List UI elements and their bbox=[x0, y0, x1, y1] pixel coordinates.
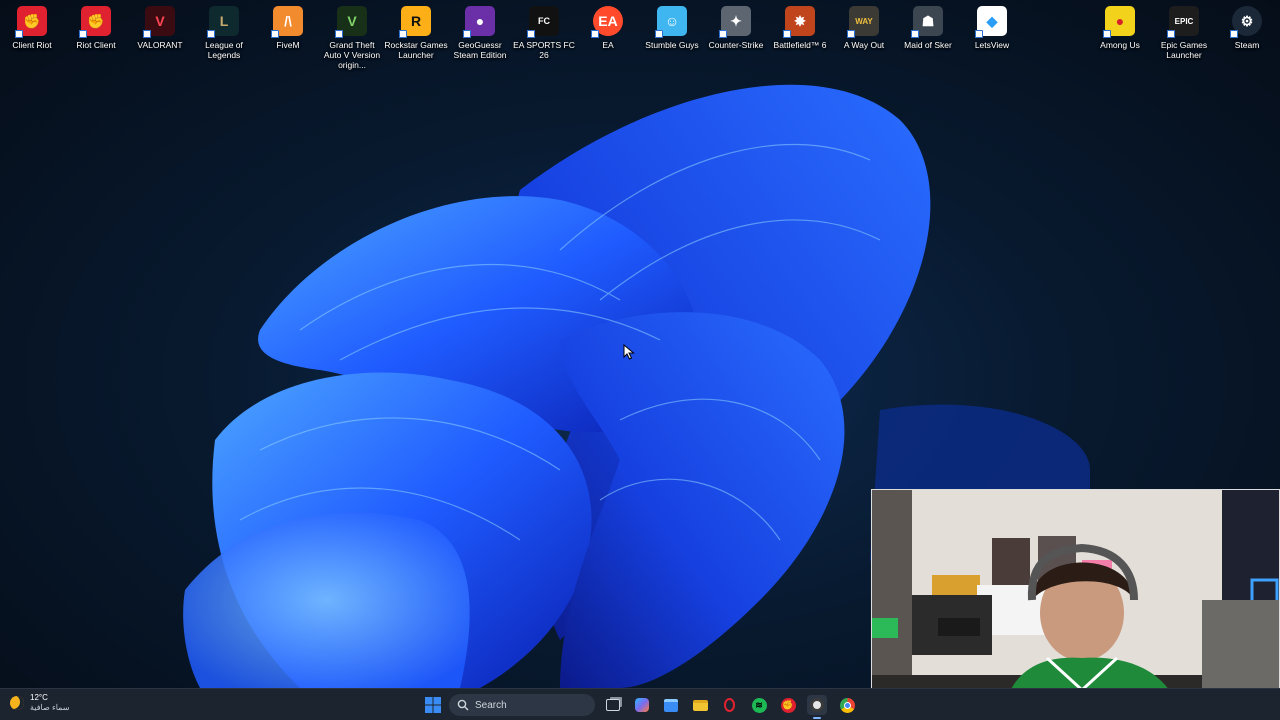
desktop-icon-valorant[interactable]: V VALORANT bbox=[128, 4, 192, 50]
desktop-icon-label: Grand Theft Auto V Version origin... bbox=[323, 40, 381, 70]
desktop-icon-maid-of-sker[interactable]: ☗ Maid of Sker bbox=[896, 4, 960, 50]
desktop-icon-label: Client Riot bbox=[12, 40, 52, 50]
desktop-icon-label: Maid of Sker bbox=[904, 40, 952, 50]
fc26-icon: FC bbox=[527, 6, 559, 38]
desktop-icon-label: EA bbox=[602, 40, 614, 50]
desktop-icon-label: FiveM bbox=[276, 40, 300, 50]
desktop-icon-grid: ✊ Client Riot ✊ Riot Client V VALORANT L… bbox=[0, 4, 1280, 70]
copilot-button[interactable] bbox=[632, 695, 652, 715]
among-us-icon: ● bbox=[1103, 6, 1135, 38]
desktop-icon-letsview[interactable]: ◆ LetsView bbox=[960, 4, 1024, 50]
webcam-overlay bbox=[871, 489, 1280, 720]
desktop-icon-league-of-legends[interactable]: L League of Legends bbox=[192, 4, 256, 60]
riot-icon: ✊ bbox=[780, 697, 796, 713]
obs-button[interactable] bbox=[807, 695, 827, 719]
active-app-indicator bbox=[813, 717, 821, 719]
desktop-icon-ea[interactable]: EA EA bbox=[576, 4, 640, 50]
opera-button[interactable] bbox=[719, 695, 739, 715]
desktop-icon-label: EA SPORTS FC 26 bbox=[513, 40, 575, 60]
desktop-icon-label: VALORANT bbox=[137, 40, 183, 50]
desktop-icon-battlefield-6[interactable]: ✸ Battlefield™ 6 bbox=[768, 4, 832, 50]
desktop-icon-label: League of Legends bbox=[205, 40, 243, 60]
epic-games-icon: EPIC bbox=[1167, 6, 1199, 38]
desktop-icon-among-us[interactable]: ● Among Us bbox=[1088, 4, 1152, 50]
desktop-icon-stumble-guys[interactable]: ☺ Stumble Guys bbox=[640, 4, 704, 50]
rockstar-icon: R bbox=[399, 6, 431, 38]
desktop-icon-riot-client[interactable]: ✊ Riot Client bbox=[64, 4, 128, 50]
desktop-icon-epic-games-launcher[interactable]: EPIC Epic Games Launcher bbox=[1152, 4, 1216, 60]
desktop-icon-rockstar-games-launcher[interactable]: R Rockstar Games Launcher bbox=[384, 4, 448, 60]
desktop-icon-a-way-out[interactable]: WAY A Way Out bbox=[832, 4, 896, 50]
opera-icon bbox=[723, 698, 735, 712]
store-icon bbox=[664, 698, 678, 712]
valorant-icon: V bbox=[143, 6, 175, 38]
windows-logo-icon bbox=[425, 697, 441, 713]
chrome-icon bbox=[839, 697, 855, 713]
weather-condition: سماء صافية bbox=[30, 703, 70, 712]
geoguessr-icon: ● bbox=[463, 6, 495, 38]
gta-v-icon: V bbox=[335, 6, 367, 38]
stumble-guys-icon: ☺ bbox=[655, 6, 687, 38]
desktop-icon-label: A Way Out bbox=[843, 40, 885, 50]
desktop-icon-fivem[interactable]: /\ FiveM bbox=[256, 4, 320, 50]
weather-temperature: 12°C bbox=[30, 693, 48, 702]
riot-taskbar-button[interactable]: ✊ bbox=[778, 695, 798, 715]
search-icon bbox=[457, 699, 469, 711]
riot-fist-icon: ✊ bbox=[79, 6, 111, 38]
desktop-icon-label: Counter-Strike bbox=[708, 40, 764, 50]
letsview-icon: ◆ bbox=[975, 6, 1007, 38]
ea-icon: EA bbox=[591, 6, 623, 38]
taskbar-search-box[interactable]: Search bbox=[449, 694, 595, 716]
riot-fist-icon: ✊ bbox=[15, 6, 47, 38]
desktop-icon-gta-v[interactable]: V Grand Theft Auto V Version origin... bbox=[320, 4, 384, 70]
desktop-icon-geoguessr[interactable]: ● GeoGuessr Steam Edition bbox=[448, 4, 512, 60]
folder-icon bbox=[692, 699, 708, 711]
a-way-out-icon: WAY bbox=[847, 6, 879, 38]
start-button[interactable] bbox=[423, 695, 443, 715]
task-view-button[interactable] bbox=[603, 695, 623, 715]
desktop-icon-label: Battlefield™ 6 bbox=[773, 40, 827, 50]
taskbar: 12°C سماء صافية Search ≋ ✊ bbox=[0, 688, 1280, 720]
desktop-icon-label: Steam bbox=[1234, 40, 1260, 50]
search-label: Search bbox=[475, 699, 507, 711]
desktop-icon-label: Among Us bbox=[1100, 40, 1140, 50]
desktop-icon-label: GeoGuessr Steam Edition bbox=[453, 40, 507, 60]
desktop-icon-label: Riot Client bbox=[76, 40, 116, 50]
desktop-icon-counter-strike[interactable]: ✦ Counter-Strike bbox=[704, 4, 768, 50]
steam-icon: ⚙ bbox=[1230, 6, 1262, 38]
task-view-icon bbox=[606, 699, 620, 711]
weather-widget[interactable]: 12°C سماء صافية bbox=[10, 693, 70, 713]
obs-icon bbox=[810, 698, 824, 712]
webcam-feed-image bbox=[872, 490, 1279, 719]
copilot-icon bbox=[635, 698, 649, 712]
store-button[interactable] bbox=[661, 695, 681, 715]
moon-icon bbox=[10, 696, 24, 710]
fivem-icon: /\ bbox=[271, 6, 303, 38]
desktop-icon-client-riot[interactable]: ✊ Client Riot bbox=[0, 4, 64, 50]
spotify-icon: ≋ bbox=[751, 697, 767, 713]
spotify-button[interactable]: ≋ bbox=[749, 695, 769, 715]
battlefield-icon: ✸ bbox=[783, 6, 815, 38]
mouse-cursor-icon bbox=[623, 344, 635, 360]
desktop-icon-ea-sports-fc-26[interactable]: FC EA SPORTS FC 26 bbox=[512, 4, 576, 60]
counter-strike-icon: ✦ bbox=[719, 6, 751, 38]
desktop-icon-label: LetsView bbox=[974, 40, 1010, 50]
desktop-icon-label: Epic Games Launcher bbox=[1160, 40, 1208, 60]
desktop-icon-label: Stumble Guys bbox=[645, 40, 699, 50]
desktop-icon-steam[interactable]: ⚙ Steam bbox=[1215, 4, 1279, 50]
chrome-button[interactable] bbox=[837, 695, 857, 715]
maid-of-sker-icon: ☗ bbox=[911, 6, 943, 38]
desktop-icon-label: Rockstar Games Launcher bbox=[384, 40, 448, 60]
file-explorer-button[interactable] bbox=[690, 695, 710, 715]
league-of-legends-icon: L bbox=[207, 6, 239, 38]
